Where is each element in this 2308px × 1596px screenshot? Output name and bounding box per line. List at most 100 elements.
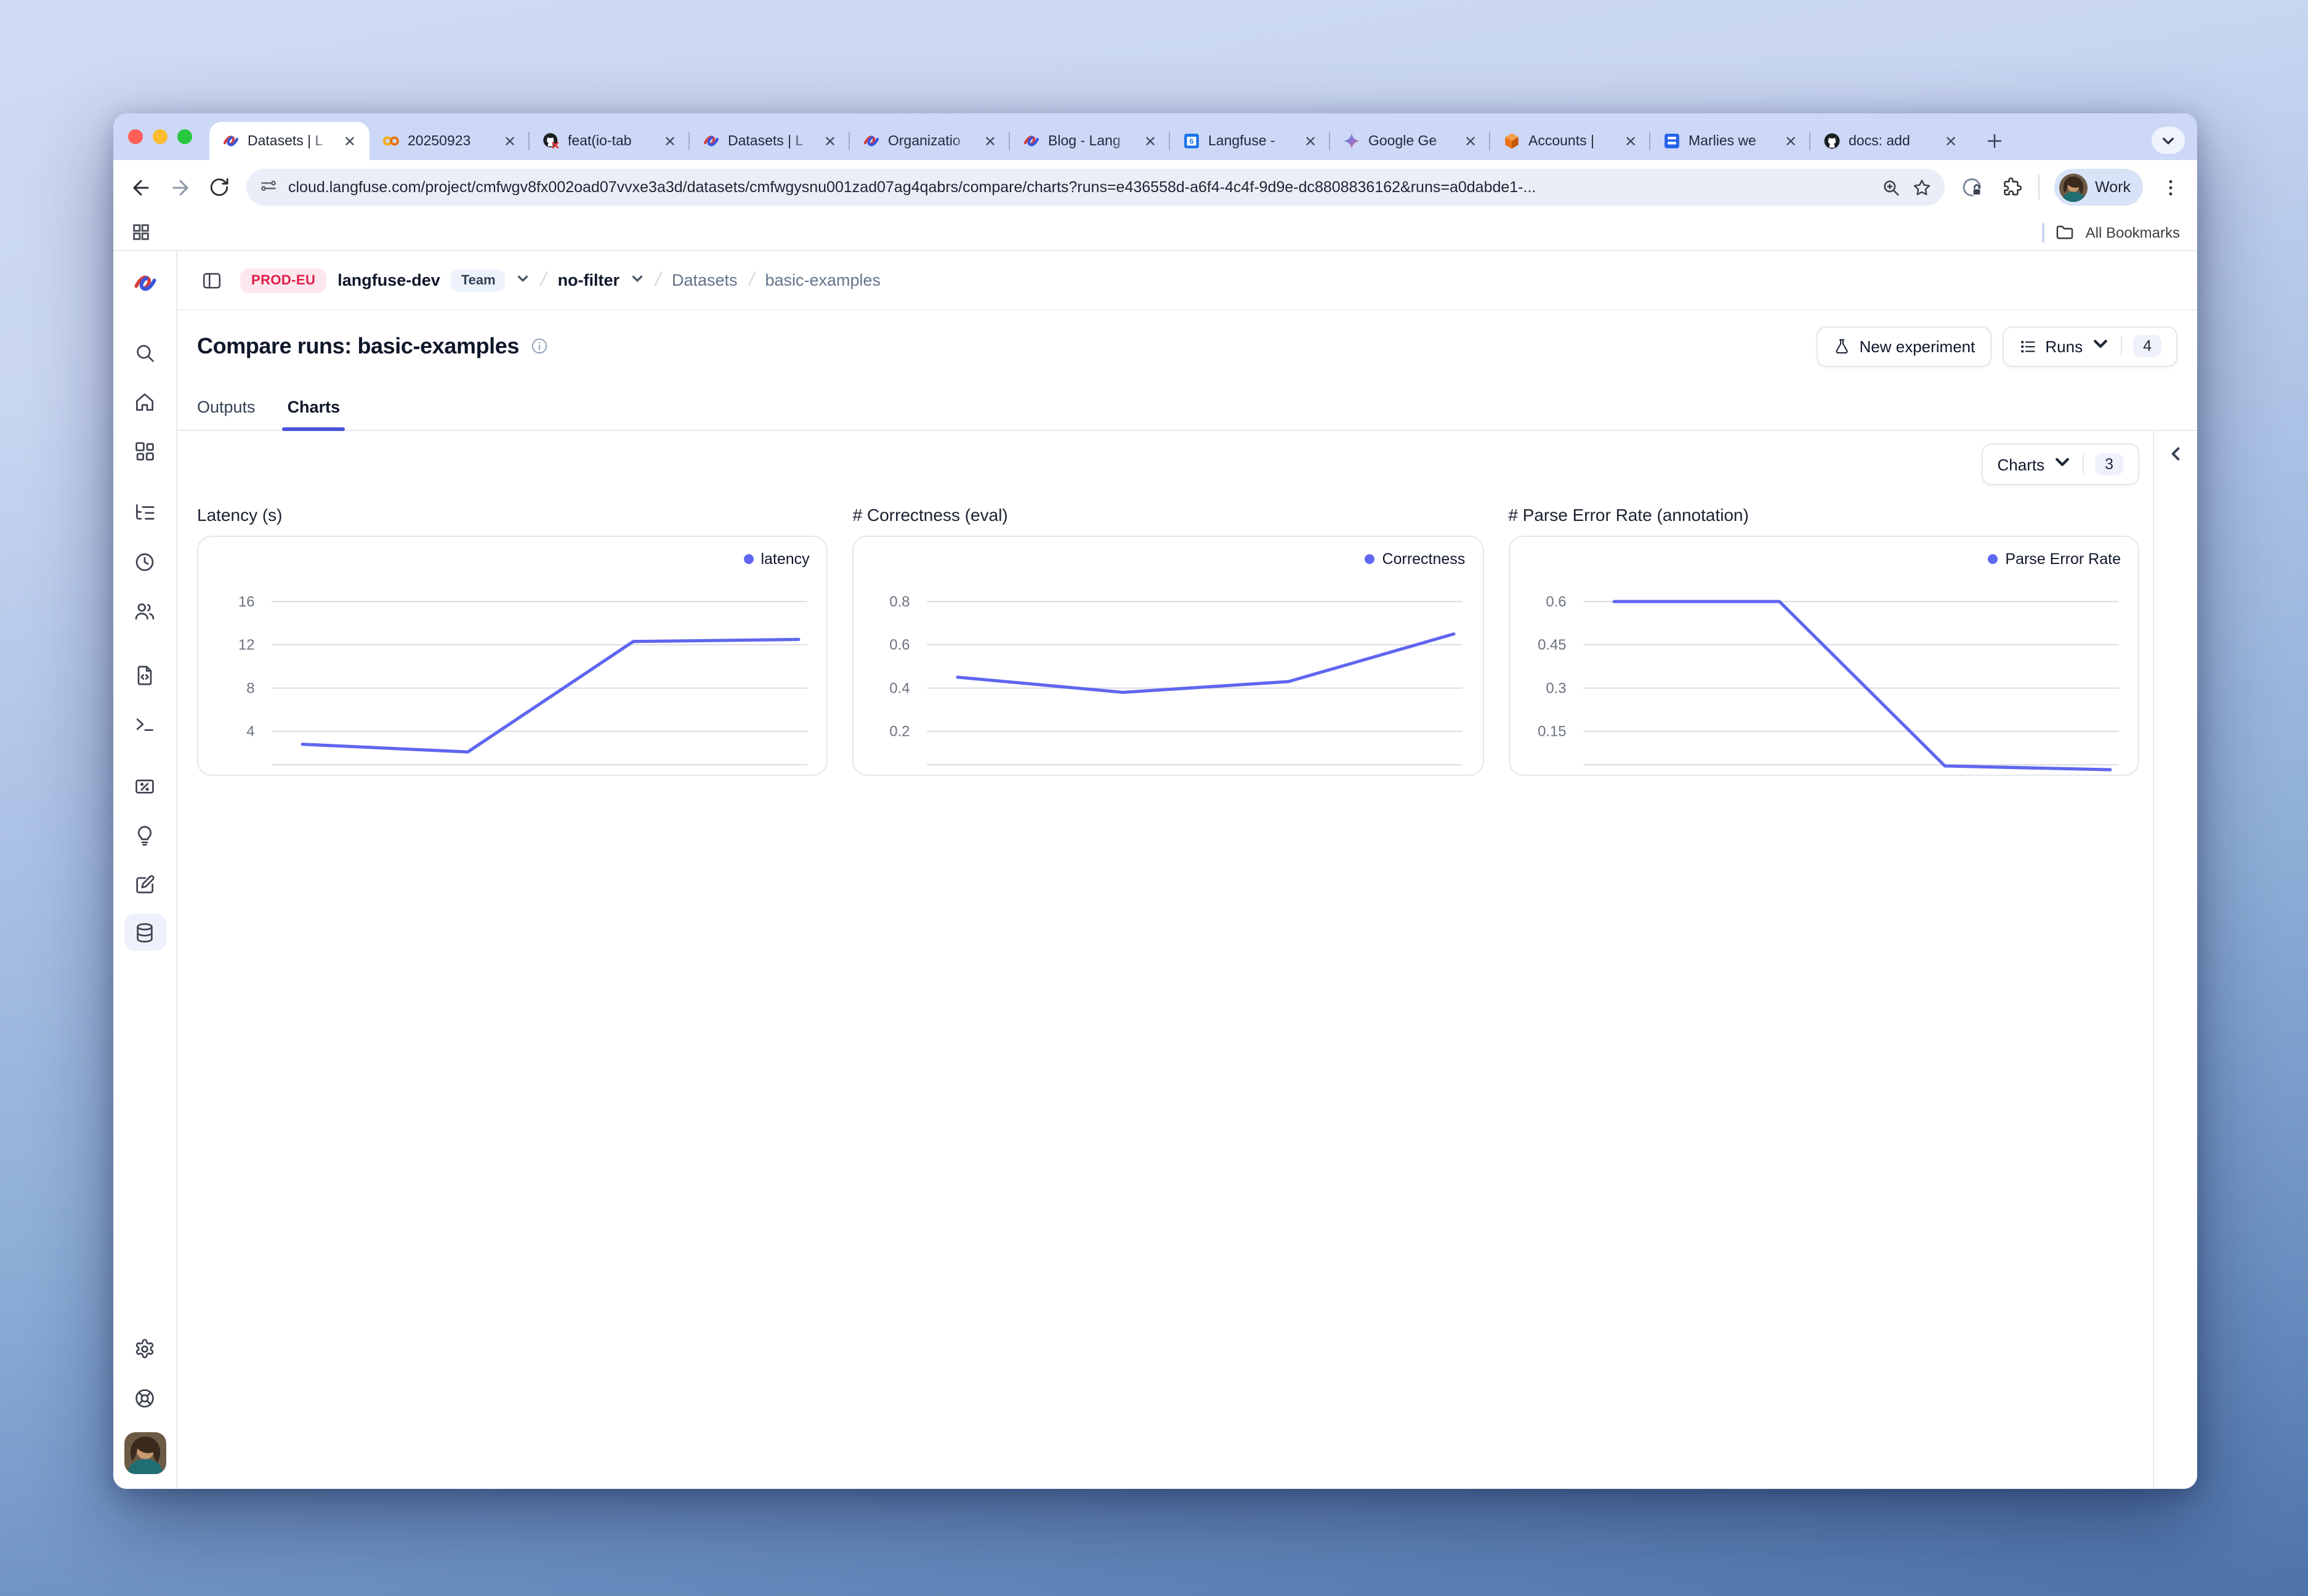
user-avatar[interactable] bbox=[124, 1432, 166, 1474]
chart-card[interactable]: latency161284 bbox=[197, 536, 828, 776]
langfuse-favicon bbox=[1022, 132, 1041, 150]
bookmarks-divider bbox=[2043, 222, 2045, 242]
browser-tab-7[interactable]: 6Langfuse -✕ bbox=[1170, 122, 1330, 160]
panel-toggle-icon[interactable] bbox=[197, 265, 227, 295]
traffic-zoom[interactable] bbox=[177, 129, 192, 144]
gemini-favicon bbox=[1342, 132, 1361, 150]
tab-close-icon[interactable]: ✕ bbox=[1301, 131, 1320, 151]
chevron-down-icon bbox=[2053, 453, 2072, 475]
extensions-icon[interactable] bbox=[1999, 175, 2024, 200]
zoom-in-icon[interactable] bbox=[1881, 177, 1902, 198]
runs-selector-button[interactable]: Runs 4 bbox=[2002, 326, 2177, 366]
tab-charts[interactable]: Charts bbox=[288, 398, 341, 430]
breadcrumb-org[interactable]: langfuse-dev bbox=[337, 271, 440, 289]
breadcrumb-project[interactable]: no-filter bbox=[558, 271, 620, 289]
tab-close-icon[interactable]: ✕ bbox=[820, 131, 840, 151]
tab-close-icon[interactable]: ✕ bbox=[1941, 131, 1961, 151]
all-bookmarks-label: All Bookmarks bbox=[2086, 224, 2180, 241]
chart-title: # Correctness (eval) bbox=[853, 505, 1484, 525]
legend-label: latency bbox=[761, 550, 809, 568]
browser-menu-button[interactable] bbox=[2158, 175, 2182, 200]
tab-search-button[interactable] bbox=[2152, 127, 2185, 154]
profile-chip[interactable]: Work bbox=[2054, 169, 2143, 206]
tab-close-icon[interactable]: ✕ bbox=[1140, 131, 1160, 151]
datasets-icon[interactable] bbox=[124, 914, 166, 951]
info-icon[interactable] bbox=[529, 336, 549, 356]
profile-avatar bbox=[2059, 173, 2088, 201]
page-title: Compare runs: basic-examples bbox=[197, 333, 519, 359]
svg-text:12: 12 bbox=[238, 637, 255, 653]
new-tab-button[interactable] bbox=[1978, 124, 2010, 156]
board-favicon bbox=[1663, 132, 1681, 150]
annotation-icon[interactable] bbox=[130, 869, 159, 899]
tab-close-icon[interactable]: ✕ bbox=[500, 131, 520, 151]
chart-card[interactable]: Correctness0.80.60.40.2 bbox=[853, 536, 1484, 776]
chart-legend: Correctness bbox=[1365, 550, 1466, 568]
collapse-icon[interactable] bbox=[2168, 446, 2184, 463]
prompts-icon[interactable] bbox=[130, 660, 159, 690]
lock-extension-icon[interactable] bbox=[1959, 175, 1984, 200]
browser-tab-8[interactable]: Google Ge✕ bbox=[1330, 122, 1490, 160]
browser-tab-5[interactable]: Organizatio✕ bbox=[850, 122, 1010, 160]
charts-selector-button[interactable]: Charts 3 bbox=[1982, 443, 2140, 485]
playground-icon[interactable] bbox=[130, 709, 159, 739]
all-bookmarks[interactable]: All Bookmarks bbox=[2043, 222, 2180, 243]
users-icon[interactable] bbox=[130, 596, 159, 626]
browser-tab-2[interactable]: 20250923✕ bbox=[369, 122, 530, 160]
home-icon[interactable] bbox=[130, 387, 159, 416]
search-icon[interactable] bbox=[130, 337, 159, 367]
insights-icon[interactable] bbox=[130, 820, 159, 850]
bookmarks-bar: All Bookmarks bbox=[113, 214, 2197, 251]
evaluators-icon[interactable] bbox=[130, 771, 159, 800]
breadcrumb-item-link[interactable]: basic-examples bbox=[765, 271, 881, 289]
breadcrumb-datasets-link[interactable]: Datasets bbox=[672, 271, 738, 289]
chart-line bbox=[958, 634, 1455, 693]
chevron-down-icon[interactable] bbox=[631, 269, 644, 291]
address-bar[interactable]: cloud.langfuse.com/project/cmfwgv8fx002o… bbox=[246, 169, 1945, 206]
browser-tab-3[interactable]: feat(io-tab✕ bbox=[530, 122, 690, 160]
browser-tab-6[interactable]: Blog - Lang✕ bbox=[1010, 122, 1170, 160]
svg-text:0.3: 0.3 bbox=[1546, 680, 1566, 696]
new-experiment-button[interactable]: New experiment bbox=[1817, 326, 1991, 366]
site-settings-icon[interactable] bbox=[259, 177, 278, 197]
reload-button[interactable] bbox=[207, 175, 232, 200]
charts-panel-bar: Charts 3 bbox=[197, 443, 2139, 485]
list-icon bbox=[2018, 337, 2036, 355]
tab-title: Langfuse - bbox=[1208, 134, 1293, 148]
svg-text:0.45: 0.45 bbox=[1537, 637, 1565, 653]
browser-tab-11[interactable]: docs: add✕ bbox=[1810, 122, 1971, 160]
sessions-icon[interactable] bbox=[130, 547, 159, 576]
browser-tab-1[interactable]: Datasets | L✕ bbox=[209, 122, 369, 160]
browser-tab-10[interactable]: Marlies we✕ bbox=[1650, 122, 1810, 160]
tab-close-icon[interactable]: ✕ bbox=[980, 131, 1000, 151]
settings-icon[interactable] bbox=[130, 1334, 159, 1363]
github-favicon bbox=[1823, 132, 1841, 150]
tab-close-icon[interactable]: ✕ bbox=[1621, 131, 1640, 151]
browser-tab-4[interactable]: Datasets | L✕ bbox=[690, 122, 850, 160]
chevron-down-icon[interactable] bbox=[517, 269, 530, 291]
browser-tab-9[interactable]: Accounts |✕ bbox=[1490, 122, 1650, 160]
svg-text:16: 16 bbox=[238, 594, 255, 610]
tab-close-icon[interactable]: ✕ bbox=[660, 131, 680, 151]
chart-card[interactable]: Parse Error Rate0.60.450.30.15 bbox=[1508, 536, 2139, 776]
dashboard-icon[interactable] bbox=[130, 436, 159, 465]
traffic-minimize[interactable] bbox=[153, 129, 167, 144]
menu-dots-icon bbox=[2160, 177, 2181, 198]
tracing-icon[interactable] bbox=[130, 498, 159, 527]
langfuse-logo[interactable] bbox=[130, 268, 159, 298]
back-button[interactable] bbox=[128, 175, 153, 200]
svg-text:0.4: 0.4 bbox=[890, 680, 910, 696]
bookmark-star-icon[interactable] bbox=[1911, 177, 1932, 198]
support-icon[interactable] bbox=[130, 1383, 159, 1413]
tab-close-icon[interactable]: ✕ bbox=[1461, 131, 1480, 151]
tab-outputs[interactable]: Outputs bbox=[197, 398, 256, 430]
traffic-close[interactable] bbox=[128, 129, 143, 144]
forward-button[interactable] bbox=[167, 175, 192, 200]
view-tabs: Outputs Charts bbox=[177, 382, 2197, 431]
legend-dot bbox=[1988, 554, 1998, 564]
tab-close-icon[interactable]: ✕ bbox=[1781, 131, 1801, 151]
chart-block-1: Latency (s)latency161284 bbox=[197, 505, 828, 776]
url-text[interactable]: cloud.langfuse.com/project/cmfwgv8fx002o… bbox=[288, 179, 1871, 196]
apps-grid-icon[interactable] bbox=[131, 222, 151, 243]
tab-close-icon[interactable]: ✕ bbox=[340, 131, 360, 151]
